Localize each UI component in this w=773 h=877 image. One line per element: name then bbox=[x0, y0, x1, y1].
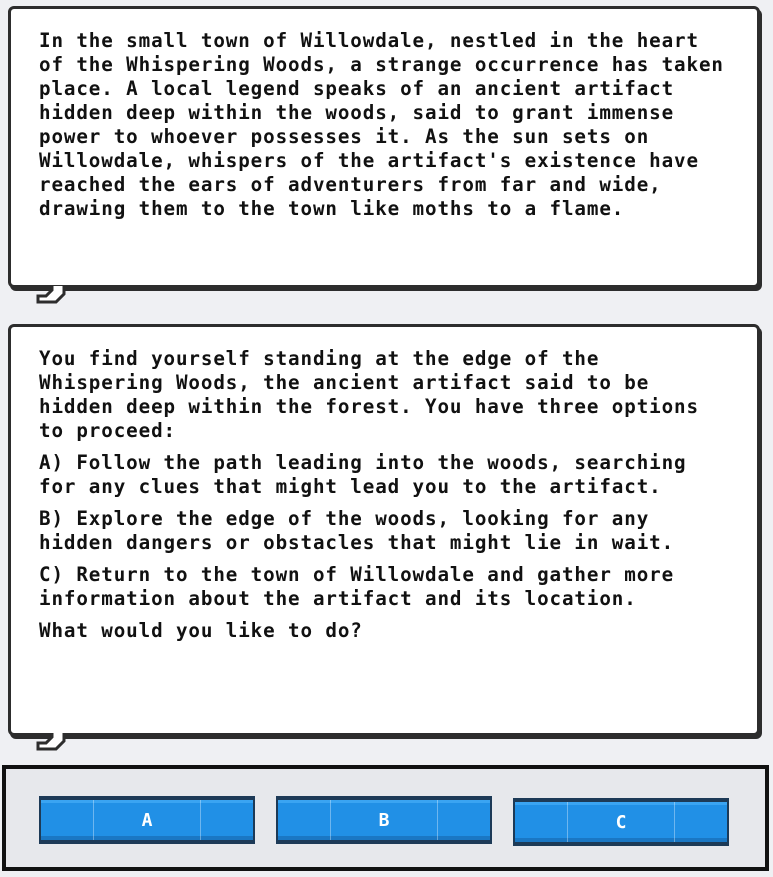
choice-b-label: B bbox=[378, 809, 390, 831]
choice-c-button[interactable]: C bbox=[513, 798, 729, 846]
option-a-text: A) Follow the path leading into the wood… bbox=[39, 451, 687, 498]
choice-b-button[interactable]: B bbox=[276, 796, 492, 844]
option-b-text: B) Explore the edge of the woods, lookin… bbox=[39, 507, 675, 554]
choice-a-button[interactable]: A bbox=[39, 796, 255, 844]
prompt-question-text: What would you like to do? bbox=[39, 619, 363, 642]
narration-bubble: In the small town of Willowdale, nestled… bbox=[8, 6, 760, 288]
speech-tail-icon bbox=[36, 733, 66, 751]
option-c-text: C) Return to the town of Willowdale and … bbox=[39, 563, 675, 610]
choice-a-label: A bbox=[141, 809, 153, 831]
prompt-bubble: You find yourself standing at the edge o… bbox=[8, 324, 760, 736]
prompt-lead-text: You find yourself standing at the edge o… bbox=[39, 347, 699, 442]
choice-panel: A B C bbox=[2, 765, 769, 871]
speech-tail-icon bbox=[36, 286, 66, 304]
story-intro-text: In the small town of Willowdale, nestled… bbox=[39, 29, 724, 220]
choice-c-label: C bbox=[615, 811, 627, 833]
